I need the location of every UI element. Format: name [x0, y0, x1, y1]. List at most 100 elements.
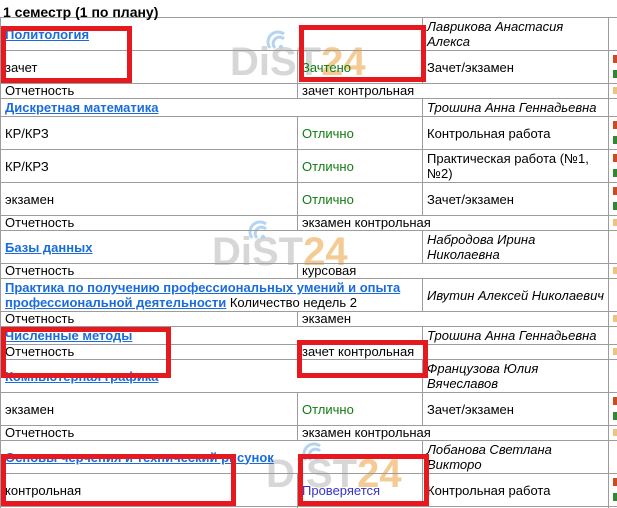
- assessment-type: КР/КРЗ: [1, 117, 298, 150]
- clipped-cell: [609, 264, 617, 279]
- grade-value: Зачтено: [298, 51, 423, 84]
- clipped-cell: [609, 360, 617, 393]
- subject-link[interactable]: Основы черчения и технический рисунок: [5, 450, 274, 465]
- clipped-cell: [609, 426, 617, 441]
- table-row: Основы черчения и технический рисунок Лоб…: [1, 441, 617, 474]
- clipped-text-fragment: [613, 87, 617, 94]
- table-row: Политология Лаврикова Анастасия Алекса: [1, 18, 617, 51]
- clipped-text-fragment: [613, 478, 617, 486]
- clipped-cell: [609, 231, 617, 264]
- grade-value: Проверяется: [298, 474, 423, 507]
- subject-link[interactable]: Политология: [5, 27, 89, 42]
- assessment-type: экзамен: [1, 183, 298, 216]
- work-type: Контрольная работа: [423, 474, 609, 507]
- grade-value: Отлично: [298, 150, 423, 183]
- report-label: Отчетность: [1, 426, 298, 441]
- clipped-cell: [609, 183, 617, 216]
- report-label: Отчетность: [1, 216, 298, 231]
- clipped-cell: [609, 51, 617, 84]
- clipped-cell: [609, 345, 617, 360]
- clipped-text-fragment: [613, 187, 617, 195]
- work-type: Зачет/экзамен: [423, 183, 609, 216]
- table-row: Отчетностьэкзамен контрольная: [1, 426, 617, 441]
- table-row: Отчетностьэкзамен контрольная: [1, 216, 617, 231]
- subject-cell: Компьютерная графика: [1, 360, 423, 393]
- table-row: КР/КРЗОтличноКонтрольная работа: [1, 117, 617, 150]
- clipped-cell: [609, 441, 617, 474]
- subject-suffix: Количество недель 2: [226, 295, 357, 310]
- table-row: экзаменОтличноЗачет/экзамен: [1, 393, 617, 426]
- work-type: Зачет/экзамен: [423, 51, 609, 84]
- clipped-text-fragment: [613, 169, 617, 177]
- report-label: Отчетность: [1, 264, 298, 279]
- assessment-type: зачет: [1, 51, 298, 84]
- report-value: экзамен: [298, 312, 609, 327]
- table-row: Компьютерная графика Французова Юлия Вяче…: [1, 360, 617, 393]
- report-value: зачет контрольная: [298, 345, 609, 360]
- semester-grades-panel: 1 семестр (1 по плану) DiST24DiST24DiST2…: [0, 0, 617, 508]
- report-value: курсовая: [298, 264, 609, 279]
- assessment-type: контрольная: [1, 474, 298, 507]
- clipped-text-fragment: [613, 202, 617, 210]
- clipped-cell: [609, 327, 617, 345]
- grade-value: Отлично: [298, 117, 423, 150]
- subject-cell: Дискретная математика: [1, 99, 423, 117]
- clipped-text-fragment: [613, 267, 617, 274]
- clipped-text-fragment: [613, 315, 617, 322]
- clipped-cell: [609, 18, 617, 51]
- clipped-cell: [609, 84, 617, 99]
- grade-value: Отлично: [298, 183, 423, 216]
- subject-cell: Политология: [1, 18, 423, 51]
- subject-cell: Основы черчения и технический рисунок: [1, 441, 423, 474]
- table-row: Отчетностькурсовая: [1, 264, 617, 279]
- clipped-text-fragment: [613, 493, 617, 501]
- clipped-text-fragment: [613, 219, 617, 226]
- clipped-cell: [609, 279, 617, 312]
- subject-link[interactable]: Дискретная математика: [5, 100, 159, 115]
- semester-title: 1 семестр (1 по плану): [0, 0, 617, 17]
- clipped-cell: [609, 312, 617, 327]
- semester-table-body: ПолитологияЛаврикова Анастасия Алексазач…: [1, 18, 617, 508]
- clipped-text-fragment: [613, 70, 617, 78]
- teacher-name: Лобанова Светлана Викторо: [423, 441, 609, 474]
- teacher-name: Французова Юлия Вячеславов: [423, 360, 609, 393]
- teacher-name: Трошина Анна Геннадьевна: [423, 99, 609, 117]
- table-row: Численные методыТрошина Анна Геннадьевна: [1, 327, 617, 345]
- clipped-text-fragment: [613, 136, 617, 144]
- clipped-cell: [609, 474, 617, 507]
- table-row: Дискретная математика Трошина Анна Геннад…: [1, 99, 617, 117]
- clipped-cell: [609, 216, 617, 231]
- report-value: экзамен контрольная: [298, 426, 609, 441]
- table-row: Отчетностьзачет контрольная: [1, 84, 617, 99]
- report-label: Отчетность: [1, 312, 298, 327]
- report-value: экзамен контрольная: [298, 216, 609, 231]
- table-row: Отчетностьэкзамен: [1, 312, 617, 327]
- clipped-cell: [609, 117, 617, 150]
- assessment-type: экзамен: [1, 393, 298, 426]
- subject-cell: Численные методы: [1, 327, 423, 345]
- grades-table: ПолитологияЛаврикова Анастасия Алексазач…: [0, 17, 617, 508]
- work-type: Зачет/экзамен: [423, 393, 609, 426]
- clipped-cell: [609, 150, 617, 183]
- subject-link[interactable]: Компьютерная графика: [5, 369, 158, 384]
- report-label: Отчетность: [1, 345, 298, 360]
- clipped-text-fragment: [613, 154, 617, 162]
- subject-link[interactable]: Базы данных: [5, 240, 92, 255]
- clipped-cell: [609, 99, 617, 117]
- report-value: зачет контрольная: [298, 84, 609, 99]
- table-row: Базы данныхНабродова Ирина Николаевна: [1, 231, 617, 264]
- clipped-text-fragment: [613, 429, 617, 436]
- clipped-text-fragment: [613, 397, 617, 405]
- table-row: экзаменОтличноЗачет/экзамен: [1, 183, 617, 216]
- table-row: зачетЗачтеноЗачет/экзамен: [1, 51, 617, 84]
- subject-cell: Практика по получению профессиональных у…: [1, 279, 423, 312]
- subject-link[interactable]: Численные методы: [5, 328, 132, 343]
- report-label: Отчетность: [1, 84, 298, 99]
- teacher-name: Лаврикова Анастасия Алекса: [423, 18, 609, 51]
- grade-value: Отлично: [298, 393, 423, 426]
- work-type: Практическая работа (№1, №2): [423, 150, 609, 183]
- subject-cell: Базы данных: [1, 231, 423, 264]
- clipped-cell: [609, 393, 617, 426]
- table-row: Практика по получению профессиональных у…: [1, 279, 617, 312]
- clipped-text-fragment: [613, 348, 617, 355]
